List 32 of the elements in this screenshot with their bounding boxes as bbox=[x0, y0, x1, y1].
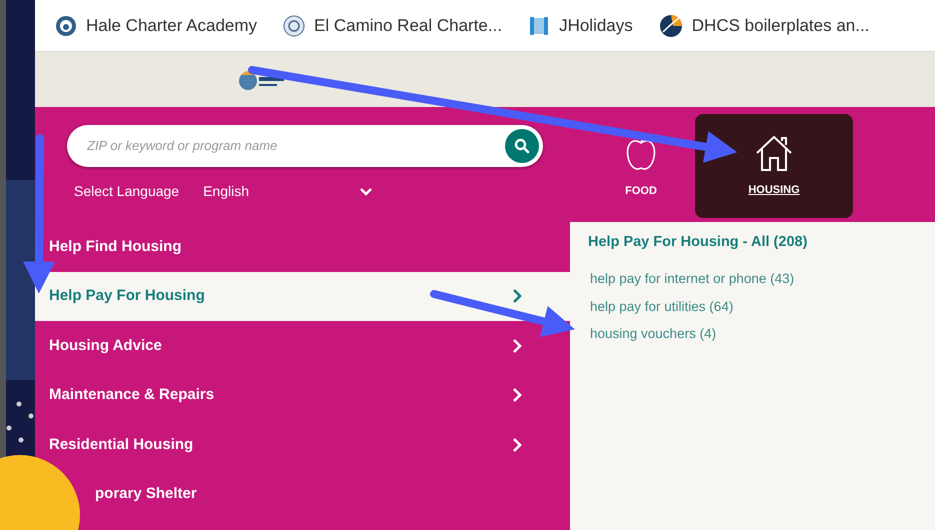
search-button[interactable] bbox=[505, 129, 539, 163]
subcategory-link[interactable]: housing vouchers (4) bbox=[590, 324, 917, 344]
menu-item[interactable]: Housing Advice bbox=[35, 321, 570, 370]
school-seal-icon bbox=[283, 14, 306, 36]
bookmark[interactable]: Hale Charter Academy bbox=[55, 12, 258, 38]
school-seal-icon bbox=[55, 14, 77, 36]
chevron-right-icon bbox=[512, 436, 522, 453]
menu-item[interactable]: Help Pay For Housing bbox=[35, 272, 570, 321]
language-label: Select Language bbox=[74, 182, 180, 201]
language-select[interactable]: English bbox=[203, 181, 374, 202]
search-bar[interactable]: ZIP or keyword or program name bbox=[67, 125, 543, 167]
chevron-down-icon bbox=[359, 187, 374, 196]
search-icon bbox=[514, 138, 530, 154]
bookmark[interactable]: El Camino Real Charte... bbox=[283, 12, 502, 38]
category-tab[interactable]: HOUSING bbox=[695, 114, 853, 218]
chevron-right-icon bbox=[512, 288, 522, 304]
chevron-right-icon bbox=[512, 387, 522, 404]
menu-item[interactable]: Residential Housing bbox=[35, 420, 570, 470]
menu-item[interactable]: Help Find Housing bbox=[35, 222, 570, 272]
category-tab[interactable]: FOOD bbox=[603, 114, 679, 218]
subcategory-link[interactable]: help pay for utilities (64) bbox=[590, 296, 917, 317]
bookmark[interactable]: DHCS boilerplates an... bbox=[658, 12, 870, 38]
subcategory-link[interactable]: help pay for internet or phone (43) bbox=[590, 269, 917, 290]
panel-heading: Help Pay For Housing - All (208) bbox=[588, 234, 808, 252]
search-field[interactable]: ZIP or keyword or program name bbox=[85, 135, 505, 157]
menu-item[interactable]: Maintenance & Repairs bbox=[35, 370, 570, 420]
scroll-icon bbox=[528, 14, 550, 36]
bookmark[interactable]: JHolidays bbox=[528, 12, 633, 38]
chevron-right-icon bbox=[512, 338, 522, 354]
menu-item[interactable]: porary Shelter bbox=[81, 470, 570, 519]
house-icon bbox=[754, 134, 794, 172]
globe-icon bbox=[658, 14, 683, 38]
